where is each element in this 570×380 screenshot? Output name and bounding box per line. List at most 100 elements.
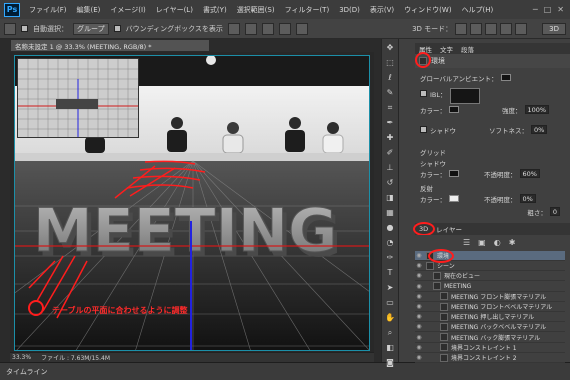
pen-tool-icon[interactable]: ✑	[384, 252, 396, 264]
auto-select-checkbox[interactable]	[21, 25, 28, 32]
visibility-eye-icon[interactable]: ◉	[415, 272, 423, 279]
intensity-field[interactable]: 100%	[524, 105, 550, 114]
menu-image[interactable]: イメージ(I)	[105, 5, 150, 15]
navigator-thumbnail[interactable]	[17, 58, 139, 138]
hand-tool-icon[interactable]: ✋	[384, 312, 396, 324]
dodge-tool-icon[interactable]: ◔	[384, 237, 396, 249]
workspace-3d-button[interactable]: 3D	[542, 22, 566, 35]
ground-color-swatch[interactable]	[449, 170, 459, 177]
visibility-eye-icon[interactable]: ◉	[415, 334, 423, 341]
roughness-field[interactable]: 0	[549, 207, 560, 216]
layer-row[interactable]: ◉ MEETING バックベベルマテリアル	[415, 322, 565, 333]
ibl-color-swatch[interactable]	[449, 106, 459, 113]
align-left-icon[interactable]	[278, 22, 291, 35]
visibility-eye-icon[interactable]: ◉	[415, 303, 423, 310]
menu-type[interactable]: 書式(Y)	[198, 5, 232, 15]
visibility-eye-icon[interactable]: ◉	[415, 262, 423, 269]
softness-field[interactable]: 0%	[531, 125, 548, 134]
close-icon[interactable]: ✕	[557, 5, 564, 14]
menu-window[interactable]: ウィンドウ(W)	[399, 5, 456, 15]
shadow-checkbox[interactable]	[420, 126, 427, 133]
color-swatches-icon[interactable]: ◧	[384, 342, 396, 354]
move-tool-icon[interactable]	[4, 22, 16, 35]
align-bottom-icon[interactable]	[261, 22, 274, 35]
menu-file[interactable]: ファイル(F)	[24, 5, 72, 15]
document-tab[interactable]: 名称未設定 1 @ 33.3% (MEETING, RGB/8) *	[10, 39, 210, 52]
healing-brush-icon[interactable]: ✚	[384, 132, 396, 144]
quick-select-icon[interactable]: ✎	[384, 87, 396, 99]
maximize-icon[interactable]: □	[544, 5, 552, 14]
file-size-info[interactable]: ファイル : 7.63M/15.4M	[41, 353, 110, 362]
align-middle-icon[interactable]	[244, 22, 257, 35]
visibility-eye-icon[interactable]: ◉	[415, 344, 423, 351]
zoom-level[interactable]: 33.3%	[12, 354, 31, 361]
lasso-tool-icon[interactable]: ℓ	[384, 72, 396, 84]
layer-row[interactable]: ◉ MEETING フロント膨張マテリアル	[415, 292, 565, 302]
minimize-icon[interactable]: ─	[533, 5, 538, 14]
menu-select[interactable]: 選択範囲(S)	[232, 5, 280, 15]
layer-row[interactable]: ◉ 境界コンストレイント 2	[415, 353, 565, 363]
ibl-preview[interactable]	[450, 88, 480, 104]
filter-scene-icon[interactable]: ☰	[463, 238, 470, 247]
stamp-tool-icon[interactable]: ⊥	[384, 162, 396, 174]
tab-layers[interactable]: レイヤー	[436, 224, 462, 234]
blur-tool-icon[interactable]: ●	[384, 222, 396, 234]
layer-row[interactable]: ◉ 境界コンストレイント 1	[415, 343, 565, 353]
roll-3d-icon[interactable]	[470, 22, 483, 35]
shape-tool-icon[interactable]: ▭	[384, 297, 396, 309]
scale-3d-icon[interactable]	[515, 22, 528, 35]
zoom-tool-icon[interactable]: ⌕	[384, 327, 396, 339]
menu-edit[interactable]: 編集(E)	[72, 5, 106, 15]
layer-row[interactable]: ◉ MEETING フロントベベルマテリアル	[415, 302, 565, 312]
menu-layer[interactable]: レイヤー(L)	[151, 5, 198, 15]
brush-tool-icon[interactable]: ✐	[384, 147, 396, 159]
marquee-tool-icon[interactable]: ⬚	[384, 57, 396, 69]
type-tool-icon[interactable]: T	[384, 267, 396, 279]
path-select-icon[interactable]: ➤	[384, 282, 396, 294]
move-tool-icon[interactable]: ✥	[384, 42, 396, 54]
eraser-tool-icon[interactable]: ◨	[384, 192, 396, 204]
ibl-checkbox[interactable]	[420, 90, 427, 97]
visibility-eye-icon[interactable]: ◉	[415, 323, 423, 330]
global-ambient-swatch[interactable]	[500, 74, 511, 81]
annotation-circle-anchor	[28, 300, 44, 316]
visibility-eye-icon[interactable]: ◉	[415, 354, 423, 361]
menu-view[interactable]: 表示(V)	[365, 5, 399, 15]
align-center-icon[interactable]	[295, 22, 308, 35]
reflection-row: 反射	[420, 182, 560, 193]
eyedropper-icon[interactable]: ✒	[384, 117, 396, 129]
timeline-panel-tab[interactable]: タイムライン	[0, 362, 570, 380]
menu-3d[interactable]: 3D(D)	[334, 6, 365, 14]
visibility-eye-icon[interactable]: ◉	[415, 252, 423, 259]
menu-filter[interactable]: フィルター(T)	[280, 5, 335, 15]
gradient-tool-icon[interactable]: ▦	[384, 207, 396, 219]
softness-label: ソフトネス：	[489, 126, 528, 135]
layer-row[interactable]: ◉ 現在のビュー	[415, 271, 565, 282]
crop-tool-icon[interactable]: ⌗	[384, 102, 396, 114]
pan-3d-icon[interactable]	[485, 22, 498, 35]
filter-light-icon[interactable]: ✱	[509, 238, 516, 247]
menu-help[interactable]: ヘルプ(H)	[457, 5, 499, 15]
align-top-icon[interactable]	[227, 22, 240, 35]
reflection-color-swatch[interactable]	[449, 195, 459, 202]
filter-mesh-icon[interactable]: ▣	[478, 238, 486, 247]
table-surface	[15, 153, 369, 161]
layer-row[interactable]: ◉ MEETING バック膨張マテリアル	[415, 333, 565, 343]
bbox-checkbox[interactable]	[113, 25, 121, 32]
meeting-3d-text[interactable]: MEETING	[33, 196, 338, 267]
slide-3d-icon[interactable]	[500, 22, 513, 35]
auto-select-dropdown[interactable]: グループ	[73, 22, 109, 35]
quick-mask-icon[interactable]: ◙	[384, 357, 396, 369]
history-brush-icon[interactable]: ↺	[384, 177, 396, 189]
rotate-3d-icon[interactable]	[455, 22, 468, 35]
ground-opacity-field[interactable]: 60%	[519, 169, 540, 178]
visibility-eye-icon[interactable]: ◉	[415, 313, 423, 320]
filter-material-icon[interactable]: ◐	[494, 238, 501, 247]
tab-character[interactable]: 文字	[440, 44, 453, 54]
visibility-eye-icon[interactable]: ◉	[415, 293, 423, 300]
visibility-eye-icon[interactable]: ◉	[415, 283, 423, 290]
layer-row[interactable]: ◉ MEETING	[415, 282, 565, 292]
tab-paragraph[interactable]: 段落	[461, 44, 474, 54]
layer-row[interactable]: ◉ MEETING 押し出しマテリアル	[415, 312, 565, 323]
reflection-opacity-field[interactable]: 0%	[519, 194, 536, 203]
